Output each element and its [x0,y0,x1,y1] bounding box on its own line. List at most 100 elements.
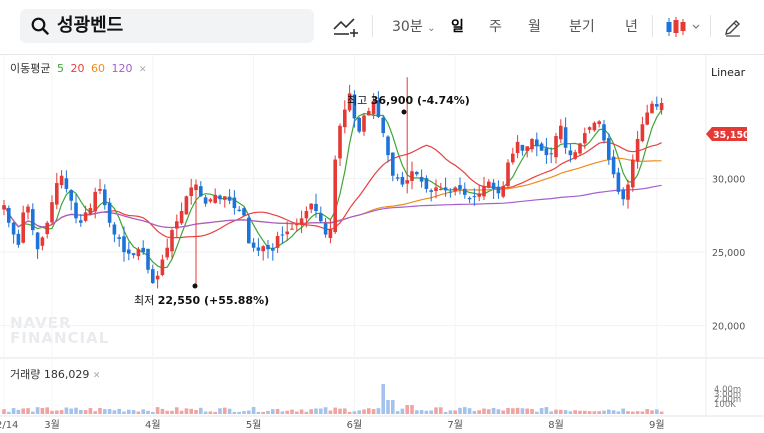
candle-body [539,143,544,151]
volume-bar [477,410,481,414]
volume-bar [357,410,361,414]
x-tick-label: 02/14 [0,420,18,431]
candle-body [520,144,525,151]
candle-body [424,178,429,189]
volume-bar [299,409,304,414]
volume-bar [376,408,381,414]
volume-bar [319,408,323,414]
candle-body [117,237,121,239]
volume-bar [26,408,30,414]
candle-body [194,184,198,191]
candle-body [165,247,169,258]
x-tick-label: 5월 [246,419,262,431]
volume-bar [131,410,136,414]
volume-bar [141,409,145,414]
volume-bar [98,408,102,414]
tab-month[interactable]: 월 [528,17,541,37]
candle-body [179,211,184,224]
volume-bar [539,408,544,414]
volume-bar [218,408,222,414]
price-tick-label: 25,000 [712,248,745,259]
pencil-icon[interactable] [723,17,743,37]
candle-body [160,259,165,276]
x-tick-label: 7월 [447,419,463,431]
candle-body [319,213,323,222]
candle-body [563,127,568,148]
tab-year[interactable]: 년 [625,17,638,37]
volume-bar [434,407,438,414]
candle-body [7,207,11,223]
volume-bar [487,409,491,414]
volume-bar [122,411,126,414]
x-tick-label: 3월 [44,419,60,431]
candle-body [74,202,78,219]
volume-bar [213,411,217,414]
candle-body [616,172,621,192]
candle-body [506,162,510,187]
candle-body [242,208,246,216]
close-icon[interactable]: ✕ [93,371,101,381]
candle-body [170,230,174,252]
scale-mode-button[interactable]: Linear [711,66,745,79]
candle-body [607,138,611,160]
candle-body [659,102,664,111]
x-tick-label: 4월 [145,419,161,431]
candle-body [107,202,112,223]
volume-bar [386,400,390,414]
volume-bar [367,408,371,414]
candle-body [280,234,285,236]
chevron-down-icon: ⌄ [427,23,436,34]
volume-bar [535,411,539,414]
volume-bar [232,411,237,414]
ma-line-120 [3,184,662,229]
close-icon[interactable]: ✕ [139,65,147,75]
volume-bar [11,408,16,414]
candle-body [323,223,328,235]
tab-week[interactable]: 주 [489,17,502,37]
candle-body [59,175,64,186]
candle-body [285,231,289,235]
candle-body [69,190,73,201]
volume-bar [611,410,616,414]
candle-body [501,186,505,197]
candle-body [208,199,213,202]
volume-bar [463,407,467,414]
ma-line-20 [3,141,662,239]
volume-bar [371,409,376,414]
candle-body [463,188,467,195]
candle-body [592,122,597,131]
candle-body [40,237,45,246]
candle-body [453,187,457,192]
volume-bar [50,410,54,414]
candle-body [136,249,141,257]
volume-bar [290,409,294,414]
tab-quarter[interactable]: 분기 [569,17,595,37]
candle-body [352,94,357,119]
candle-body [232,197,237,209]
volume-bar [568,411,573,414]
volume-bar [400,408,405,414]
search-box[interactable]: 성광벤드 [20,9,314,43]
volume-bar [395,411,400,414]
candle-body [496,186,501,194]
candle-body [578,143,582,154]
low-annotation: 최저 22,550 (+55.88%) [134,294,269,307]
candle-body [93,191,97,212]
volume-bar [635,411,640,414]
candle-body [568,150,573,156]
candle-body [583,133,587,144]
candle-body [439,188,443,190]
volume-bar [170,410,174,414]
candle-type-icon[interactable] [665,16,701,38]
volume-legend: 거래량 186,029 ✕ [10,367,100,384]
candle-body [333,159,337,233]
volume-bar [16,409,21,414]
candle-body [635,138,640,162]
volume-bar [112,410,117,414]
candle-body [573,152,577,159]
interval-select[interactable]: 30분 ⌄ [392,17,436,39]
indicator-add-icon[interactable] [333,15,359,39]
volume-bar [573,410,577,414]
volume-bar [410,405,414,414]
tab-day[interactable]: 일 [451,17,464,37]
